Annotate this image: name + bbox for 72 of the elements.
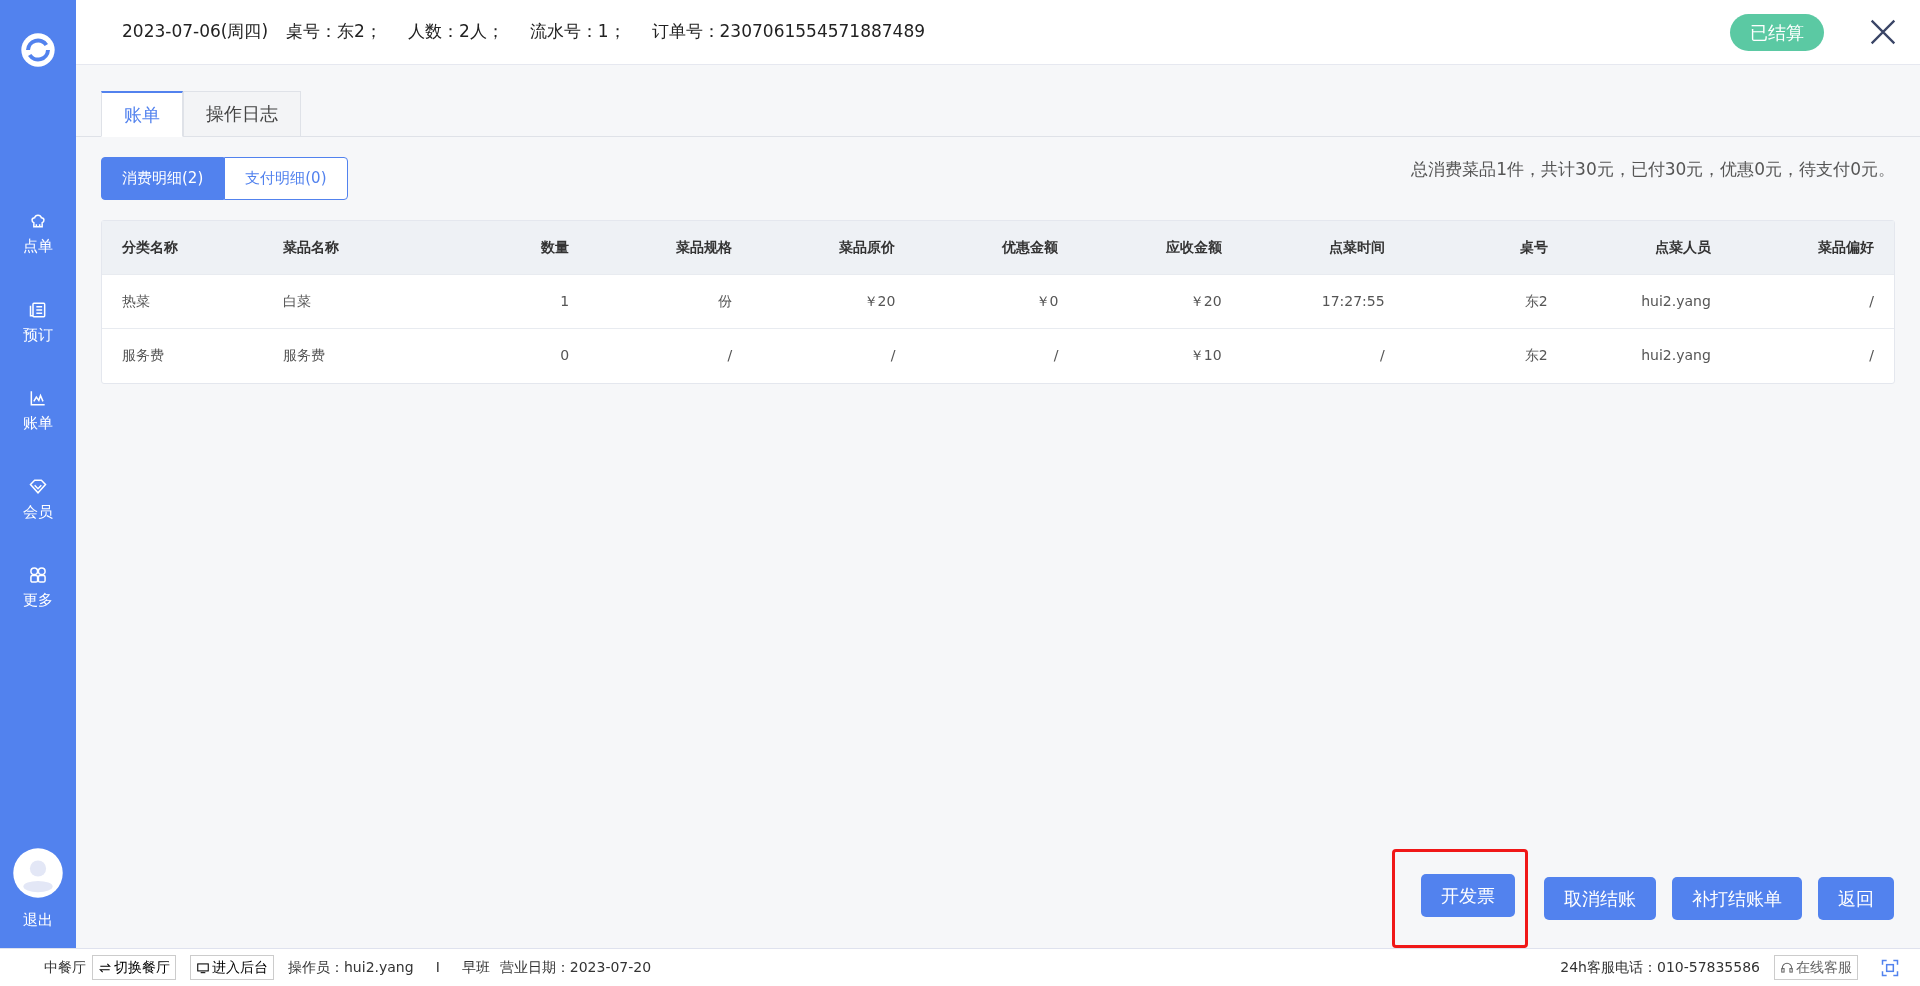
- order-field: 流水号：1；: [529, 19, 626, 45]
- table-cell: hui2.yang: [1567, 274, 1731, 329]
- column-header: 点菜人员: [1567, 220, 1731, 275]
- table-cell: 份: [589, 274, 753, 329]
- column-header: 菜品规格: [589, 220, 753, 275]
- segment-tab[interactable]: 支付明细(0): [224, 157, 348, 200]
- line-chart-icon: [28, 388, 48, 408]
- table-cell: /: [589, 328, 753, 383]
- summary-text: 总消费菜品1件，共计30元，已付30元，优惠0元，待支付0元。: [1411, 158, 1895, 181]
- table-cell: 热菜: [102, 274, 264, 329]
- switch-hall-button[interactable]: 切换餐厅: [92, 955, 176, 980]
- column-header: 点菜时间: [1241, 220, 1405, 275]
- fullscreen-icon: [1880, 957, 1900, 978]
- action-button[interactable]: 返回: [1818, 877, 1894, 920]
- business-date: 营业日期：2023-07-20: [499, 958, 652, 977]
- monitor-icon: [196, 960, 210, 975]
- hall-name: 中餐厅: [44, 958, 86, 977]
- order-field: 桌号：东2；: [286, 19, 382, 45]
- table-cell: 东2: [1404, 274, 1568, 329]
- column-header: 桌号: [1404, 220, 1568, 275]
- separator-text: I: [435, 958, 440, 977]
- avatar-icon: [11, 845, 65, 900]
- operator-text: 操作员：hui2.yang: [288, 958, 414, 977]
- logo-icon: [18, 30, 58, 70]
- table-cell: /: [752, 328, 916, 383]
- status-badge: 已结算: [1730, 13, 1824, 51]
- table-cell: ￥20: [752, 274, 916, 329]
- table-cell: /: [1730, 274, 1894, 329]
- hotline-text: 24h客服电话：010-57835586: [1560, 958, 1760, 977]
- sidebar-item[interactable]: 账单: [17, 387, 59, 436]
- headset-icon: [1780, 960, 1794, 975]
- tab[interactable]: 账单: [101, 91, 183, 137]
- tab[interactable]: 操作日志: [183, 91, 301, 137]
- sidebar-item[interactable]: 更多: [17, 564, 59, 613]
- column-header: 数量: [426, 220, 590, 275]
- order-field: 人数：2人；: [407, 19, 504, 45]
- sidebar-item[interactable]: 会员: [17, 475, 59, 524]
- order-field: 订单号：2307061554571887489: [651, 19, 926, 45]
- column-header: 菜品名称: [263, 220, 427, 275]
- table-cell: 服务费: [102, 328, 264, 383]
- column-header: 优惠金额: [915, 220, 1079, 275]
- table-cell: ￥0: [915, 274, 1079, 329]
- column-header: 菜品偏好: [1730, 220, 1894, 275]
- shift-text: 早班: [461, 958, 490, 977]
- segment-tab[interactable]: 消费明细(2): [101, 157, 225, 200]
- backend-button[interactable]: 进入后台: [190, 955, 274, 980]
- chef-hat-icon: [28, 211, 48, 231]
- logout-button[interactable]: 退出: [17, 907, 59, 932]
- grid-icon: [28, 565, 48, 585]
- column-header: 菜品原价: [752, 220, 916, 275]
- fullscreen-button[interactable]: [1880, 957, 1900, 978]
- table-cell: 1: [426, 274, 590, 329]
- action-button[interactable]: 取消结账: [1544, 877, 1656, 920]
- table-cell: ￥20: [1078, 274, 1242, 329]
- column-header: 分类名称: [102, 220, 264, 275]
- sidebar-item[interactable]: 点单: [17, 210, 59, 259]
- action-button[interactable]: 开发票: [1421, 874, 1515, 917]
- table-cell: 服务费: [263, 328, 427, 383]
- online-service-button[interactable]: 在线客服: [1774, 955, 1858, 980]
- table-cell: /: [915, 328, 1079, 383]
- table-cell: hui2.yang: [1567, 328, 1731, 383]
- table-cell: 白菜: [263, 274, 427, 329]
- sidebar-item[interactable]: 预订: [17, 298, 59, 347]
- table-cell: 东2: [1404, 328, 1568, 383]
- column-header: 应收金额: [1078, 220, 1242, 275]
- action-button[interactable]: 补打结账单: [1672, 877, 1802, 920]
- order-date: 2023-07-06(周四): [122, 20, 269, 44]
- table-cell: 0: [426, 328, 590, 383]
- table-cell: ￥10: [1078, 328, 1242, 383]
- table-cell: /: [1730, 328, 1894, 383]
- table-cell: 17:27:55: [1241, 274, 1405, 329]
- table-cell: /: [1241, 328, 1405, 383]
